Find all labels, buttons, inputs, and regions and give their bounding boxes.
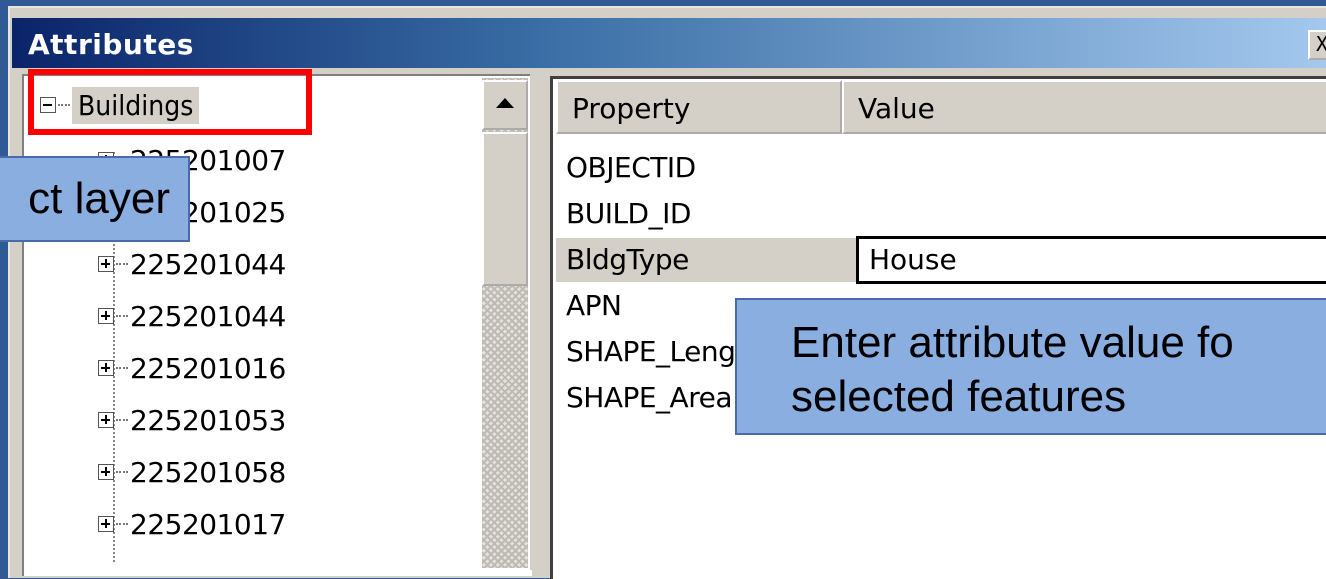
bldgtype-value-field[interactable]: House: [856, 236, 1326, 284]
property-name: BUILD_ID: [566, 197, 691, 230]
pane-splitter[interactable]: [530, 70, 550, 570]
tree-item[interactable]: 225201017: [98, 504, 286, 544]
title-bar[interactable]: Attributes X: [12, 18, 1326, 68]
tree-connector: [116, 419, 128, 421]
tree-item-label[interactable]: 225201053: [130, 404, 286, 437]
tree-connector: [116, 367, 128, 369]
expand-icon[interactable]: [98, 464, 114, 480]
tree-item-label[interactable]: 225201044: [130, 300, 286, 333]
tree-connector: [116, 315, 128, 317]
callout-enter-value: Enter attribute value fo selected featur…: [735, 298, 1326, 435]
tree-item-label[interactable]: 225201016: [130, 352, 286, 385]
tree-item-label[interactable]: 225201058: [130, 456, 286, 489]
scroll-thumb[interactable]: [482, 132, 528, 286]
expand-icon[interactable]: [98, 360, 114, 376]
property-row[interactable]: BUILD_ID: [556, 192, 1326, 236]
expand-icon[interactable]: [98, 516, 114, 532]
tree-item[interactable]: 225201058: [98, 452, 286, 492]
tree-item-label[interactable]: 225201017: [130, 508, 286, 541]
expand-icon[interactable]: [98, 308, 114, 324]
property-name: OBJECTID: [566, 151, 696, 184]
tree-connector: [116, 263, 128, 265]
property-column-header[interactable]: Property: [556, 80, 842, 134]
expand-icon[interactable]: [98, 256, 114, 272]
tree-connector: [116, 471, 128, 473]
callout-line-2: selected features: [791, 372, 1127, 421]
property-name: SHAPE_Length: [566, 335, 764, 368]
tree-item[interactable]: 225201053: [98, 400, 286, 440]
window-title: Attributes: [28, 28, 194, 61]
property-name: APN: [566, 289, 622, 322]
tree-item[interactable]: 225201016: [98, 348, 286, 388]
expand-icon[interactable]: [98, 412, 114, 428]
callout-line-1: Enter attribute value fo: [791, 318, 1234, 367]
property-row[interactable]: OBJECTID: [556, 146, 1326, 190]
highlight-box: [28, 69, 312, 135]
tree-item-label[interactable]: 225201044: [130, 248, 286, 281]
property-name: BldgType: [566, 243, 689, 276]
tree-item[interactable]: 225201044: [98, 296, 286, 336]
callout-select-layer: ct layer: [0, 156, 190, 242]
value-column-header[interactable]: Value: [842, 80, 1326, 134]
tree-item[interactable]: 225201044: [98, 244, 286, 284]
property-name: SHAPE_Area: [566, 381, 733, 414]
tree-connector: [116, 523, 128, 525]
scroll-up-button[interactable]: [482, 80, 528, 130]
close-button[interactable]: X: [1308, 30, 1326, 60]
up-arrow-icon: [496, 98, 514, 108]
